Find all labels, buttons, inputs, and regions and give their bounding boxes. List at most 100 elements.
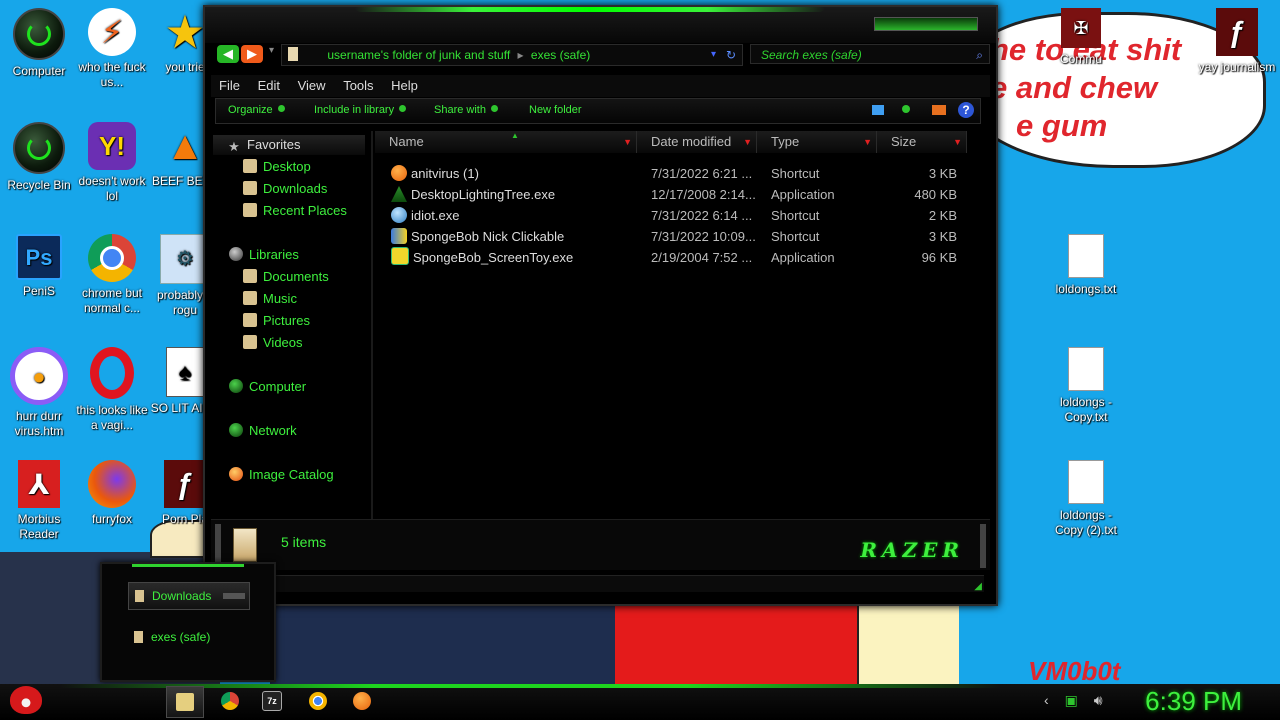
taskbar-explorer[interactable]	[166, 686, 204, 718]
nav-libraries[interactable]: Libraries	[229, 245, 299, 265]
nav-item-desktop[interactable]: Desktop	[243, 157, 311, 177]
column-header-type[interactable]: Type ▼	[757, 131, 877, 153]
help-icon[interactable]: ?	[958, 102, 974, 118]
nav-item-music[interactable]: Music	[243, 289, 297, 309]
wallpaper-shape	[615, 600, 857, 684]
menu-edit[interactable]: Edit	[250, 75, 286, 93]
volume-icon[interactable]: 🔊︎	[1094, 692, 1103, 709]
search-icon[interactable]: ⌕	[976, 45, 983, 65]
desktop-icon-computer[interactable]: Computer	[0, 8, 78, 79]
desktop-icon-furryfox[interactable]: furryfox	[73, 460, 151, 527]
recent-pages-dropdown[interactable]: ▾	[269, 45, 274, 56]
menu-file[interactable]: File	[211, 75, 246, 93]
desktop-icon-yay-journalism[interactable]: ƒ yay journalism	[1198, 8, 1276, 75]
taskbar-7zip[interactable]: 7z	[254, 686, 290, 716]
desktop-icon-chrome[interactable]: chrome but normal c...	[73, 234, 151, 316]
desktop-icon-hurr-durr[interactable]: ● hurr durr virus.htm	[0, 347, 78, 439]
change-view-icon[interactable]	[872, 105, 884, 115]
show-hidden-icons-icon[interactable]: ‹	[1044, 692, 1049, 708]
search-input[interactable]: Search exes (safe) ⌕	[750, 44, 990, 64]
text-file-icon	[1068, 460, 1104, 504]
desktop-icon-opera[interactable]: this looks like a vagi...	[73, 347, 151, 433]
solitaire-card-icon: ♠	[166, 347, 204, 397]
desktop-icon-commu[interactable]: ✠ Commu	[1042, 8, 1120, 67]
nav-image-catalog-label: Image Catalog	[249, 467, 334, 482]
nav-item-downloads[interactable]: Downloads	[243, 179, 327, 199]
share-with-button[interactable]: Share with	[434, 104, 498, 116]
nav-favorites[interactable]: ★ Favorites	[213, 135, 365, 155]
nav-network[interactable]: Network	[229, 421, 297, 441]
column-header-label: Name	[389, 134, 424, 149]
popup-item-downloads[interactable]: Downloads	[128, 582, 250, 610]
file-date: 2/19/2004 7:52 ...	[651, 250, 753, 265]
nav-computer[interactable]: Computer	[229, 377, 306, 397]
nav-item-label: Music	[263, 291, 297, 306]
taskbar: 7z ‹ ▣ 🔊︎ 6:39 PM	[0, 684, 1280, 720]
nav-item-label: Downloads	[263, 181, 328, 196]
desktop-icon-doesnt-work[interactable]: Y! doesn't work lol	[73, 122, 151, 204]
desktop-icon-label: this looks like a vagi...	[76, 403, 148, 432]
nav-item-videos[interactable]: Videos	[243, 333, 303, 353]
address-bar[interactable]: username's folder of junk and stuff ▸ ex…	[281, 44, 743, 66]
desktop-icon-label: doesn't work lol	[78, 174, 146, 203]
menu-help[interactable]: Help	[383, 75, 424, 93]
clock[interactable]: 6:39 PM	[1145, 686, 1242, 717]
file-row[interactable]: SpongeBob Nick Clickable 7/31/2022 10:09…	[375, 226, 987, 247]
desktop-icon-who-the[interactable]: ⚡ who the fuck us...	[73, 8, 151, 90]
refresh-icon[interactable]: ↻	[726, 45, 736, 65]
file-row[interactable]: DesktopLightingTree.exe 12/17/2008 2:14.…	[375, 184, 987, 205]
back-button[interactable]: ◀	[217, 45, 239, 63]
avast-icon	[391, 165, 407, 181]
desktop-icon-loldongs-copy-2[interactable]: loldongs - Copy (2).txt	[1047, 460, 1125, 538]
network-tray-icon[interactable]: ▣	[1065, 692, 1078, 709]
new-folder-button[interactable]: New folder	[529, 104, 582, 116]
window-titlebar[interactable]	[205, 7, 996, 43]
desktop-icon-loldongs[interactable]: loldongs.txt	[1047, 234, 1125, 297]
close-preview-button[interactable]	[223, 593, 245, 599]
breadcrumb-current[interactable]: exes (safe)	[531, 48, 590, 62]
nav-item-recent-places[interactable]: Recent Places	[243, 201, 347, 221]
taskbar-chrome-alt[interactable]	[300, 686, 336, 716]
menu-view[interactable]: View	[290, 75, 332, 93]
taskbar-avast[interactable]	[344, 686, 380, 716]
vlc-cone-icon: ▲	[165, 123, 205, 168]
breadcrumb-parent[interactable]: username's folder of junk and stuff	[327, 48, 510, 62]
preview-pane-icon[interactable]	[932, 105, 946, 115]
address-dropdown-icon[interactable]: ▾	[711, 45, 716, 65]
folder-icon	[176, 693, 194, 711]
desktop-icon-label: yay journalism	[1198, 60, 1276, 74]
file-row[interactable]: idiot.exe 7/31/2022 6:14 ... Shortcut 2 …	[375, 205, 987, 226]
desktop-icon-penis[interactable]: Ps PeniS	[0, 234, 78, 299]
menu-tools[interactable]: Tools	[335, 75, 379, 93]
forward-button[interactable]: ▶	[241, 45, 263, 63]
organize-button[interactable]: Organize	[228, 104, 285, 116]
resize-grip-icon[interactable]: ◢	[974, 581, 982, 592]
file-row[interactable]: anitvirus (1) 7/31/2022 6:21 ... Shortcu…	[375, 163, 987, 184]
taskbar-chrome[interactable]	[212, 686, 248, 716]
privacy-browser-icon: ●	[10, 347, 68, 405]
column-filter-icon[interactable]: ▼	[623, 131, 632, 153]
column-filter-icon[interactable]: ▼	[863, 131, 872, 153]
column-header-date[interactable]: Date modified ▼	[637, 131, 757, 153]
column-header-size[interactable]: Size ▼	[877, 131, 967, 153]
star-icon: ★	[228, 139, 240, 154]
popup-item-exes[interactable]: exes (safe)	[128, 624, 248, 650]
nav-item-pictures[interactable]: Pictures	[243, 311, 310, 331]
spongebob-nick-icon	[391, 228, 407, 244]
desktop-icon-morbius-reader[interactable]: ⅄ Morbius Reader	[0, 460, 78, 542]
window-control-buttons[interactable]	[874, 17, 978, 31]
include-in-library-button[interactable]: Include in library	[314, 104, 407, 116]
nav-item-documents[interactable]: Documents	[243, 267, 329, 287]
start-button[interactable]	[10, 686, 44, 718]
column-header-label: Size	[891, 134, 917, 149]
file-row[interactable]: SpongeBob_ScreenToy.exe 2/19/2004 7:52 .…	[375, 247, 987, 268]
nav-image-catalog[interactable]: Image Catalog	[229, 465, 334, 485]
column-filter-icon[interactable]: ▼	[743, 131, 752, 153]
more-options-icon[interactable]	[902, 105, 910, 113]
desktop-icon-loldongs-copy[interactable]: loldongs - Copy.txt	[1047, 347, 1125, 425]
idiot-icon	[391, 207, 407, 223]
desktop-icon-label: Computer	[12, 64, 66, 78]
column-filter-icon[interactable]: ▼	[953, 131, 962, 153]
column-header-name[interactable]: ▲ Name ▼	[375, 131, 637, 153]
desktop-icon-recycle-bin[interactable]: Recycle Bin	[0, 122, 78, 193]
